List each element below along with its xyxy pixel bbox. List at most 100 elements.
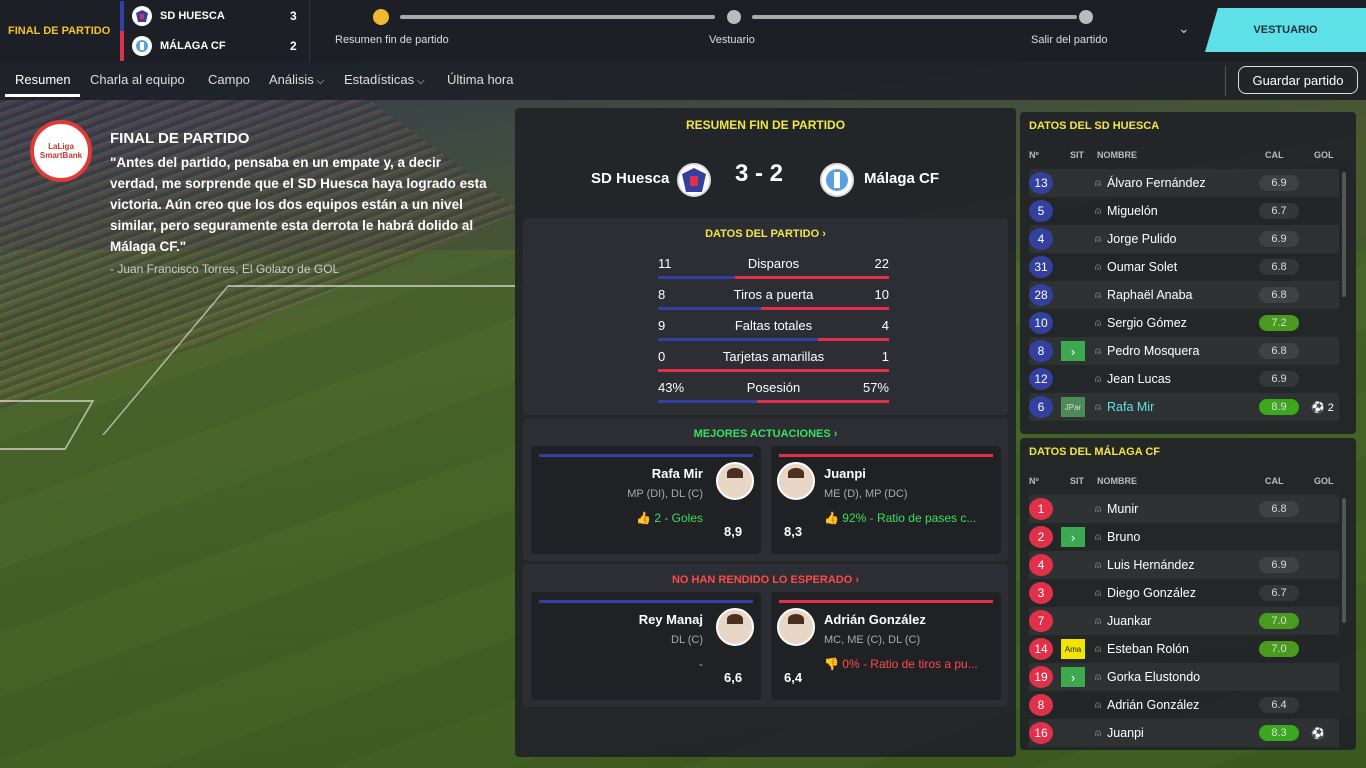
stat-row: 8 Tiros a puerta 10 (658, 287, 889, 311)
tab-charla[interactable]: Charla al equipo (90, 72, 185, 87)
person-icon: ⍝ (1095, 643, 1101, 655)
tab-ultima-hora[interactable]: Última hora (447, 72, 513, 87)
player-name[interactable]: Raphaël Anaba (1107, 288, 1259, 302)
player-row[interactable]: 12 ⍝ Jean Lucas 6.9 (1029, 365, 1339, 393)
player-name[interactable]: Munir (1107, 502, 1259, 516)
malaga-data-panel: DATOS DEL MÁLAGA CF Nº SIT NOMBRE CAL GO… (1020, 438, 1356, 750)
step-dot-summary[interactable] (373, 9, 389, 25)
player-row[interactable]: 1 ⍝ Munir 6.8 (1029, 495, 1339, 523)
player-row[interactable]: 4 ⍝ Luis Hernández 6.9 (1029, 551, 1339, 579)
player-row[interactable]: 8 ⍝ Adrián González 6.4 (1029, 691, 1339, 719)
person-icon: ⍝ (1095, 559, 1101, 571)
home-team-label[interactable]: SD Huesca (591, 170, 669, 187)
player-rating: 7.2 (1259, 315, 1299, 331)
player-name[interactable]: Bruno (1107, 530, 1259, 544)
underperformers-title[interactable]: NO HAN RENDIDO LO ESPERADO › (523, 574, 1008, 586)
player-name[interactable]: Sergio Gómez (1107, 316, 1259, 330)
player-row[interactable]: 31 ⍝ Oumar Solet 6.8 (1029, 253, 1339, 281)
scoreboard[interactable]: SD HUESCA 3 MÁLAGA CF 2 (120, 0, 310, 62)
col-gol[interactable]: GOL (1314, 476, 1334, 486)
final-score: 3 - 2 (735, 160, 784, 187)
col-cal[interactable]: CAL (1265, 150, 1284, 160)
huesca-panel-title: DATOS DEL SD HUESCA (1029, 120, 1160, 132)
player-row[interactable]: 5 ⍝ Miguelón 6.7 (1029, 197, 1339, 225)
player-position: ME (D), MP (DC) (824, 488, 908, 500)
col-sit[interactable]: SIT (1070, 476, 1084, 486)
shirt-number: 14 (1029, 638, 1053, 660)
player-row[interactable]: 7 ⍝ Juankar 7.0 (1029, 607, 1339, 635)
player-stat: 👍 92% - Ratio de pases c... (824, 511, 977, 525)
player-name[interactable]: Diego González (1107, 586, 1259, 600)
player-name[interactable]: Pedro Mosquera (1107, 344, 1259, 358)
player-name[interactable]: Jean Lucas (1107, 372, 1259, 386)
scrollbar[interactable] (1342, 498, 1346, 623)
player-name: Adrián González (824, 612, 926, 627)
quote-text: "Antes del partido, pensaba en un empate… (110, 155, 487, 254)
player-avatar (777, 462, 815, 500)
tab-resumen[interactable]: Resumen (15, 72, 71, 87)
save-match-button[interactable]: Guardar partido (1238, 66, 1358, 94)
player-name[interactable]: Juankar (1107, 614, 1259, 628)
stat-away-bar (658, 369, 889, 372)
col-num[interactable]: Nº (1029, 150, 1039, 160)
tab-estadisticas-label: Estadísticas (344, 72, 415, 87)
col-name[interactable]: NOMBRE (1097, 150, 1137, 160)
col-sit[interactable]: SIT (1070, 150, 1084, 160)
player-name[interactable]: Álvaro Fernández (1107, 176, 1259, 190)
col-name[interactable]: NOMBRE (1097, 476, 1137, 486)
player-name[interactable]: Oumar Solet (1107, 260, 1259, 274)
player-name[interactable]: Luis Hernández (1107, 558, 1259, 572)
tab-analisis[interactable]: Análisis ⌵ (269, 72, 324, 87)
player-name[interactable]: Juanpi (1107, 726, 1259, 740)
step-dot-exit[interactable] (1079, 10, 1093, 24)
player-rating: 6.8 (1259, 343, 1299, 359)
player-position: MC, ME (C), DL (C) (824, 634, 921, 646)
stat-label: Tiros a puerta (733, 287, 814, 302)
player-row[interactable]: 10 ⍝ Sergio Gómez 7.2 (1029, 309, 1339, 337)
player-row[interactable]: 14 Ama ⍝ Esteban Rolón 7.0 (1029, 635, 1339, 663)
stat-label: Disparos (747, 256, 800, 271)
player-row[interactable]: 6 JPar ⍝ Rafa Mir 8.9 ⚽ 2 (1029, 393, 1339, 421)
col-cal[interactable]: CAL (1265, 476, 1284, 486)
player-row[interactable]: 16 ⍝ Juanpi 8.3 ⚽ (1029, 719, 1339, 747)
worst-away-card[interactable]: Adrián González MC, ME (C), DL (C) 👎 0% … (771, 592, 1001, 700)
player-name[interactable]: Gorka Elustondo (1107, 670, 1259, 684)
col-num[interactable]: Nº (1029, 476, 1039, 486)
step-label-dressing-room[interactable]: Vestuario (709, 34, 755, 46)
player-position: DL (C) (671, 634, 703, 646)
shirt-number: 8 (1029, 340, 1053, 362)
huesca-crest-icon (132, 6, 152, 26)
best-performers-title[interactable]: MEJORES ACTUACIONES › (523, 428, 1008, 440)
chevron-down-icon[interactable]: ⌄ (1178, 20, 1190, 37)
player-name[interactable]: Esteban Rolón (1107, 642, 1259, 656)
worst-home-card[interactable]: Rey Manaj DL (C) - 6,6 (531, 592, 761, 700)
step-label-summary[interactable]: Resumen fin de partido (335, 34, 449, 46)
match-data-title[interactable]: DATOS DEL PARTIDO › (523, 228, 1008, 240)
malaga-panel-title: DATOS DEL MÁLAGA CF (1029, 446, 1160, 458)
away-team-label[interactable]: Málaga CF (864, 170, 939, 187)
player-name[interactable]: Miguelón (1107, 204, 1259, 218)
tab-estadisticas[interactable]: Estadísticas ⌵ (344, 72, 424, 87)
tab-campo[interactable]: Campo (208, 72, 250, 87)
player-row[interactable]: 8 › ⍝ Pedro Mosquera 6.8 (1029, 337, 1339, 365)
player-rating: 6.9 (1259, 231, 1299, 247)
step-dot-dressing-room[interactable] (727, 10, 741, 24)
player-name[interactable]: Adrián González (1107, 698, 1259, 712)
col-gol[interactable]: GOL (1314, 150, 1334, 160)
step-label-exit[interactable]: Salir del partido (1031, 34, 1107, 46)
best-home-card[interactable]: Rafa Mir MP (DI), DL (C) 👍 2 - Goles 8,9 (531, 446, 761, 554)
substitution-icon: › (1061, 527, 1085, 547)
scrollbar[interactable] (1342, 172, 1346, 297)
stat-away-value: 22 (874, 256, 889, 271)
player-row[interactable]: 2 › ⍝ Bruno (1029, 523, 1339, 551)
best-away-card[interactable]: Juanpi ME (D), MP (DC) 👍 92% - Ratio de … (771, 446, 1001, 554)
vestuario-button[interactable]: VESTUARIO (1205, 8, 1366, 52)
player-row[interactable]: 3 ⍝ Diego González 6.7 (1029, 579, 1339, 607)
player-row[interactable]: 13 ⍝ Álvaro Fernández 6.9 (1029, 169, 1339, 197)
player-row[interactable]: 4 ⍝ Jorge Pulido 6.9 (1029, 225, 1339, 253)
player-name[interactable]: Rafa Mir (1107, 400, 1259, 414)
stat-away-value: 57% (862, 380, 889, 395)
player-row[interactable]: 19 › ⍝ Gorka Elustondo (1029, 663, 1339, 691)
player-row[interactable]: 28 ⍝ Raphaël Anaba 6.8 (1029, 281, 1339, 309)
player-name[interactable]: Jorge Pulido (1107, 232, 1259, 246)
